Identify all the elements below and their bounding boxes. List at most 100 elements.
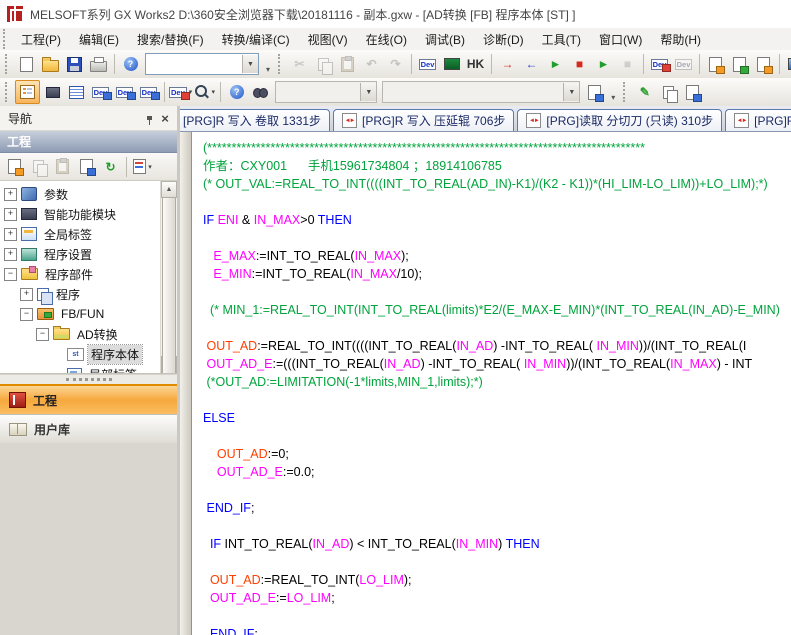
tree-item[interactable]: −FB/FUN — [0, 304, 161, 324]
save-project-button[interactable] — [63, 53, 86, 75]
tree-item[interactable]: 局部标签 — [0, 364, 161, 373]
menu-item-帮助H[interactable]: 帮助(H) — [651, 28, 710, 50]
write-to-plc-button[interactable]: → — [496, 53, 519, 75]
chevron-down-icon[interactable]: ▼ — [563, 83, 579, 101]
statement-edit-button[interactable] — [728, 53, 751, 75]
menu-item-工具T[interactable]: 工具(T) — [533, 28, 590, 50]
chevron-down-icon[interactable]: ▼ — [242, 55, 258, 73]
menu-item-视图V[interactable]: 视图(V) — [299, 28, 357, 50]
menu-item-编辑E[interactable]: 编辑(E) — [70, 28, 128, 50]
tree-item[interactable]: +全局标签 — [0, 224, 161, 244]
note-edit-button[interactable] — [752, 53, 775, 75]
menu-item-诊断D[interactable]: 诊断(D) — [474, 28, 533, 50]
element-selection-button[interactable] — [41, 81, 64, 103]
collapse-icon[interactable]: − — [20, 308, 33, 321]
expand-icon[interactable]: + — [4, 208, 17, 221]
nav-property-button[interactable] — [75, 156, 98, 178]
menubar-grip[interactable] — [3, 29, 9, 49]
read-from-plc-button[interactable]: ← — [520, 53, 543, 75]
scrollbar-thumb[interactable] — [162, 197, 176, 374]
tree-item[interactable]: +参数 — [0, 184, 161, 204]
device-use-list-button[interactable]: Dev — [89, 81, 112, 103]
new-project-button[interactable] — [15, 53, 38, 75]
monitor-mode-button[interactable] — [440, 53, 463, 75]
tree-item[interactable]: −程序部件 — [0, 264, 161, 284]
toolbar-grip[interactable] — [623, 82, 629, 102]
view-selector-userlib-button[interactable]: 用户库 — [0, 414, 177, 443]
expand-icon[interactable]: + — [4, 228, 17, 241]
device-display-button[interactable]: Dev — [648, 53, 671, 75]
nav-refresh-button[interactable]: ↻ — [99, 156, 122, 178]
monitor-start-button[interactable]: ► — [544, 53, 567, 75]
help-button[interactable]: ? — [119, 53, 142, 75]
nav-new-data-button[interactable] — [3, 156, 26, 178]
tree-item[interactable]: +智能功能模块 — [0, 204, 161, 224]
watch-stop-button[interactable]: ■ — [616, 53, 639, 75]
toolbar-overflow-button[interactable]: ▾ — [262, 52, 274, 76]
tab-prg-partial[interactable]: ◄►[PRG]R 写 — [725, 109, 791, 131]
transfer-setup-button[interactable] — [784, 53, 791, 75]
tree-item[interactable]: +程序 — [0, 284, 161, 304]
tree-scrollbar[interactable]: ▲ ▼ — [160, 181, 177, 373]
comment-edit-button[interactable] — [704, 53, 727, 75]
melsoft-app-icon[interactable] — [7, 6, 23, 22]
st-code-editor[interactable]: (***************************************… — [180, 132, 791, 635]
menu-item-窗口W[interactable]: 窗口(W) — [590, 28, 651, 50]
print-button[interactable] — [87, 53, 110, 75]
monitor-stop-button[interactable]: ■ — [568, 53, 591, 75]
toolbar-grip[interactable] — [5, 82, 11, 102]
device-display-off-button[interactable]: Dev — [672, 53, 695, 75]
find-button[interactable] — [249, 81, 272, 103]
tree-item[interactable]: −AD转换 — [0, 324, 161, 344]
undo-button[interactable]: ↶ — [360, 53, 383, 75]
st-edit-button[interactable]: ✎ — [633, 81, 656, 103]
menu-item-调试B[interactable]: 调试(B) — [416, 28, 474, 50]
copy-button[interactable] — [312, 53, 335, 75]
tree-item[interactable]: st程序本体 — [0, 344, 161, 364]
menu-item-在线O[interactable]: 在线(O) — [357, 28, 416, 50]
help-button-2[interactable]: ? — [225, 81, 248, 103]
quick-access-combo[interactable]: ▼ — [145, 53, 259, 75]
find-target-combo[interactable]: ▼ — [275, 81, 377, 103]
expand-icon[interactable]: + — [4, 248, 17, 261]
menu-item-转换/编译C[interactable]: 转换/编译(C) — [213, 28, 299, 50]
device-display-format-button[interactable]: Dev▾ — [169, 81, 192, 103]
find-next-button[interactable] — [583, 81, 606, 103]
expand-icon[interactable]: + — [4, 188, 17, 201]
tab-prg-write-roll[interactable]: [PRG]R 写入 卷取 1331步 — [180, 109, 330, 131]
st-insert-button[interactable] — [657, 81, 680, 103]
chevron-down-icon[interactable]: ▼ — [360, 83, 376, 101]
menu-item-搜索/替换F[interactable]: 搜索/替换(F) — [128, 28, 213, 50]
watch-start-button[interactable]: ► — [592, 53, 615, 75]
device-find-button[interactable]: ▾ — [193, 81, 216, 103]
close-icon[interactable]: × — [157, 110, 173, 126]
nav-sort-button[interactable]: ▾ — [131, 156, 154, 178]
nav-paste-button[interactable] — [51, 156, 74, 178]
collapse-icon[interactable]: − — [4, 268, 17, 281]
menu-item-工程P[interactable]: 工程(P) — [12, 28, 70, 50]
st-find-button[interactable] — [681, 81, 704, 103]
tab-prg-read-slitter[interactable]: ◄►[PRG]读取 分切刀 (只读) 310步 — [517, 109, 722, 131]
tree-item[interactable]: +程序设置 — [0, 244, 161, 264]
panel-resize-grip[interactable] — [0, 374, 177, 384]
toolbar-grip[interactable] — [278, 54, 284, 74]
toolbar-overflow-button-3[interactable]: ▾ — [607, 80, 619, 104]
nav-copy-button[interactable] — [27, 156, 50, 178]
output-window-button[interactable] — [65, 81, 88, 103]
device-batch-replace-button[interactable]: Dev — [113, 81, 136, 103]
cut-button[interactable]: ✂ — [288, 53, 311, 75]
pin-icon[interactable] — [141, 110, 157, 126]
cross-reference-button[interactable]: Dev — [137, 81, 160, 103]
redo-button[interactable]: ↷ — [384, 53, 407, 75]
expand-icon[interactable]: + — [20, 288, 33, 301]
view-selector-project-button[interactable]: 工程 — [0, 384, 177, 414]
paste-button[interactable] — [336, 53, 359, 75]
open-project-button[interactable] — [39, 53, 62, 75]
toolbar-grip[interactable] — [5, 54, 11, 74]
find-string-combo[interactable]: ▼ — [382, 81, 580, 103]
device-comment-search-button[interactable]: Dev — [416, 53, 439, 75]
collapse-icon[interactable]: − — [36, 328, 49, 341]
navigation-window-button[interactable] — [15, 80, 40, 104]
scroll-up-icon[interactable]: ▲ — [161, 181, 177, 198]
tab-prg-write-calender[interactable]: ◄►[PRG]R 写入 压延辊 706步 — [333, 109, 514, 131]
